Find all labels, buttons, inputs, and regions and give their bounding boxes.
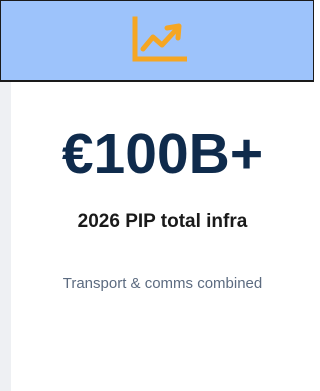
card-left-strip [0,82,11,391]
stat-label: 2026 PIP total infra [77,211,248,232]
card-header-band [0,0,314,82]
stat-caption: Transport & comms combined [62,275,263,292]
stat-card: €100B+ 2026 PIP total infra Transport & … [0,0,314,391]
trending-up-chart-icon [131,15,187,65]
stat-value: €100B+ [61,122,264,186]
